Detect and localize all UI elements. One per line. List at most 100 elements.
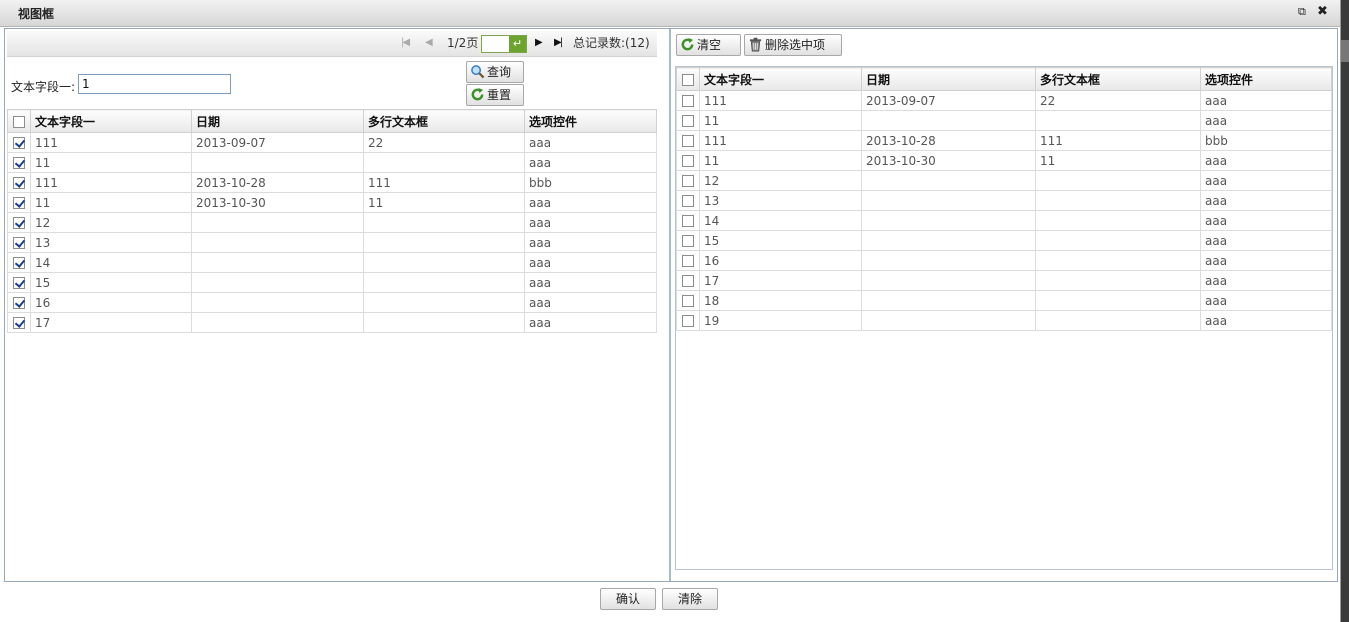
table-row[interactable]: 11 aaa xyxy=(7,152,657,173)
table-row[interactable]: 14 aaa xyxy=(7,252,657,273)
select-all-checkbox[interactable] xyxy=(13,115,25,128)
row-checkbox[interactable] xyxy=(682,235,694,247)
table-cell xyxy=(191,212,364,233)
select-all-checkbox[interactable] xyxy=(682,73,694,86)
table-row[interactable]: 12 aaa xyxy=(7,212,657,233)
source-panel: |◀ ◀ 1/2页 ↵ ▶ ▶| 总记录数:(12) 文本字段一: 查询 xyxy=(5,29,671,581)
row-checkbox[interactable] xyxy=(13,317,25,329)
table-row[interactable]: 11 2013-10-30 11 aaa xyxy=(676,150,1332,171)
row-checkbox[interactable] xyxy=(682,175,694,187)
table-cell xyxy=(861,250,1036,271)
table-row[interactable]: 111 2013-09-07 22 aaa xyxy=(676,90,1332,111)
table-row[interactable]: 16 aaa xyxy=(676,250,1332,271)
search-field-input[interactable] xyxy=(78,74,231,94)
row-checkbox[interactable] xyxy=(682,295,694,307)
table-cell: aaa xyxy=(524,312,657,333)
column-header[interactable]: 选项控件 xyxy=(1200,67,1332,91)
table-row[interactable]: 16 aaa xyxy=(7,292,657,313)
column-header[interactable]: 多行文本框 xyxy=(1035,67,1201,91)
row-checkbox[interactable] xyxy=(13,197,25,209)
row-checkbox[interactable] xyxy=(13,237,25,249)
row-checkbox[interactable] xyxy=(682,215,694,227)
reset-button[interactable]: 重置 xyxy=(466,84,524,106)
column-header[interactable]: 文本字段一 xyxy=(30,109,192,133)
table-cell: 111 xyxy=(30,172,192,193)
table-cell: 12 xyxy=(699,170,862,191)
column-header[interactable]: 日期 xyxy=(861,67,1036,91)
select-all-cell xyxy=(676,67,700,91)
row-checkbox-cell xyxy=(7,212,31,233)
enter-icon[interactable]: ↵ xyxy=(509,36,526,52)
row-checkbox[interactable] xyxy=(682,255,694,267)
delete-selected-button[interactable]: 删除选中项 xyxy=(744,34,842,56)
row-checkbox[interactable] xyxy=(682,95,694,107)
trash-icon xyxy=(749,37,762,52)
close-icon[interactable]: ✖ xyxy=(1317,5,1328,19)
table-row[interactable]: 11 2013-10-30 11 aaa xyxy=(7,192,657,213)
query-button[interactable]: 查询 xyxy=(466,61,524,83)
table-row[interactable]: 111 2013-09-07 22 aaa xyxy=(7,132,657,153)
reset-button-label: 重置 xyxy=(487,88,512,102)
row-checkbox[interactable] xyxy=(13,157,25,169)
confirm-button[interactable]: 确认 xyxy=(600,588,656,610)
row-checkbox[interactable] xyxy=(682,135,694,147)
refresh-icon xyxy=(681,37,694,51)
table-cell: 22 xyxy=(1035,90,1201,111)
last-page-icon[interactable]: ▶| xyxy=(554,36,563,50)
refresh-icon xyxy=(471,87,484,101)
table-row[interactable]: 11 aaa xyxy=(676,110,1332,131)
row-checkbox-cell xyxy=(7,152,31,173)
table-row[interactable]: 17 aaa xyxy=(676,270,1332,291)
table-row[interactable]: 18 aaa xyxy=(676,290,1332,311)
column-header[interactable]: 多行文本框 xyxy=(363,109,525,133)
row-checkbox[interactable] xyxy=(13,217,25,229)
table-cell xyxy=(861,290,1036,311)
column-header[interactable]: 日期 xyxy=(191,109,364,133)
table-cell xyxy=(363,312,525,333)
row-checkbox[interactable] xyxy=(13,177,25,189)
page-number-input[interactable]: ↵ xyxy=(481,35,527,53)
column-header[interactable]: 文本字段一 xyxy=(699,67,862,91)
table-row[interactable]: 111 2013-10-28 111 bbb xyxy=(7,172,657,193)
table-row[interactable]: 111 2013-10-28 111 bbb xyxy=(676,130,1332,151)
table-cell: 2013-09-07 xyxy=(191,132,364,153)
row-checkbox[interactable] xyxy=(13,277,25,289)
table-cell: aaa xyxy=(1200,90,1332,111)
table-row[interactable]: 13 aaa xyxy=(7,232,657,253)
row-checkbox[interactable] xyxy=(682,115,694,127)
first-page-icon[interactable]: |◀ xyxy=(401,36,410,50)
prev-page-icon[interactable]: ◀ xyxy=(425,36,433,50)
row-checkbox[interactable] xyxy=(682,315,694,327)
row-checkbox[interactable] xyxy=(13,297,25,309)
table-row[interactable]: 17 aaa xyxy=(7,312,657,333)
source-grid: 文本字段一 日期 多行文本框 选项控件 111 2013-09-07 22 aaa 11… xyxy=(7,109,657,333)
row-checkbox[interactable] xyxy=(682,155,694,167)
restore-icon[interactable]: ⧉ xyxy=(1298,5,1306,19)
table-row[interactable]: 13 aaa xyxy=(676,190,1332,211)
table-cell: bbb xyxy=(524,172,657,193)
table-row[interactable]: 12 aaa xyxy=(676,170,1332,191)
clear-all-button[interactable]: 清除 xyxy=(662,588,718,610)
column-header[interactable]: 选项控件 xyxy=(524,109,657,133)
table-cell: 15 xyxy=(699,230,862,251)
row-checkbox[interactable] xyxy=(682,195,694,207)
table-row[interactable]: 19 aaa xyxy=(676,310,1332,331)
row-checkbox[interactable] xyxy=(682,275,694,287)
table-cell xyxy=(861,310,1036,331)
table-row[interactable]: 14 aaa xyxy=(676,210,1332,231)
table-cell: 16 xyxy=(699,250,862,271)
row-checkbox-cell xyxy=(7,132,31,153)
pager-bar: |◀ ◀ 1/2页 ↵ ▶ ▶| 总记录数:(12) xyxy=(7,31,657,57)
table-cell xyxy=(1035,190,1201,211)
table-row[interactable]: 15 aaa xyxy=(7,272,657,293)
table-row[interactable]: 15 aaa xyxy=(676,230,1332,251)
dialog-titlebar[interactable]: 视图框 ⧉ ✖ xyxy=(0,0,1340,27)
row-checkbox[interactable] xyxy=(13,257,25,269)
clear-button[interactable]: 清空 xyxy=(676,34,741,56)
row-checkbox-cell xyxy=(676,130,700,151)
table-cell xyxy=(1035,250,1201,271)
row-checkbox[interactable] xyxy=(13,137,25,149)
next-page-icon[interactable]: ▶ xyxy=(535,36,543,50)
table-cell: 2013-10-30 xyxy=(861,150,1036,171)
table-cell: 11 xyxy=(30,192,192,213)
